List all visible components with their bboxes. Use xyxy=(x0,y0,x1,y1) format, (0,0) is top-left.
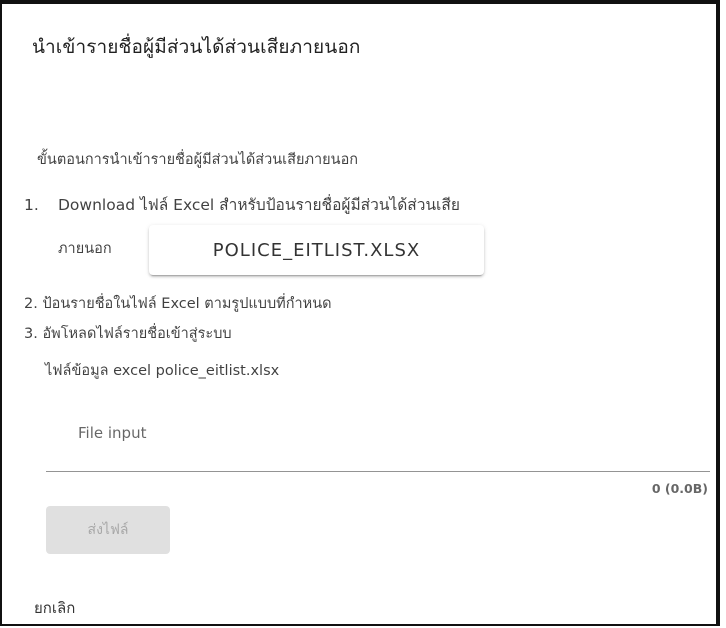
file-input-underline xyxy=(46,471,710,472)
step-1-continuation: ภายนอก xyxy=(58,241,112,257)
submit-file-button[interactable]: ส่งไฟล์ xyxy=(46,506,170,554)
cancel-button[interactable]: ยกเลิก xyxy=(34,596,75,620)
file-counter: 0 (0.0B) xyxy=(651,481,708,496)
step-1-number: 1. xyxy=(24,196,39,214)
import-dialog: นำเข้ารายชื่อผู้มีส่วนได้ส่วนเสียภายนอก … xyxy=(0,0,720,626)
instructions-heading: ขั้นตอนการนำเข้ารายชื่อผู้มีส่วนได้ส่วนเ… xyxy=(37,152,359,168)
step-1: 1. Download ไฟล์ Excel สำหรับป้อนรายชื่อผ… xyxy=(24,192,460,217)
download-template-button[interactable]: POLICE_EITLIST.XLSX xyxy=(149,225,484,275)
step-2: 2. ป้อนรายชื่อในไฟล์ Excel ตามรูปแบบที่ก… xyxy=(24,296,332,312)
dialog-title: นำเข้ารายชื่อผู้มีส่วนได้ส่วนเสียภายนอก xyxy=(32,36,361,58)
step-1-text: Download ไฟล์ Excel สำหรับป้อนรายชื่อผู้… xyxy=(58,196,460,214)
file-input-placeholder: File input xyxy=(78,424,147,442)
step-3: 3. อัพโหลดไฟล์รายชื่อเข้าสู่ระบบ xyxy=(24,326,232,342)
file-info-label: ไฟล์ข้อมูล excel police_eitlist.xlsx xyxy=(45,363,280,379)
file-input[interactable]: File input xyxy=(46,412,710,472)
